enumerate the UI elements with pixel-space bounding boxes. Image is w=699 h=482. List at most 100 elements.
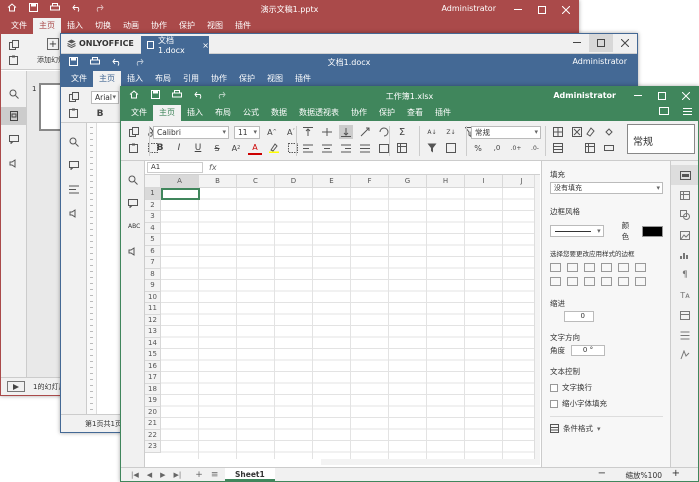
add-slide-icon[interactable]: + [47, 38, 59, 50]
align-bottom-icon[interactable] [339, 125, 353, 139]
border-left-button[interactable] [550, 277, 561, 286]
copy-icon[interactable] [9, 40, 19, 50]
thousands-icon[interactable]: ,0 [490, 141, 504, 155]
align-left-icon[interactable] [301, 141, 315, 155]
copy-icon[interactable] [127, 125, 141, 139]
column-header[interactable]: F [351, 175, 389, 188]
fill-select[interactable]: 没有填充 [550, 182, 663, 194]
spellcheck-icon[interactable]: ABC [128, 223, 140, 230]
minimize-icon[interactable] [565, 34, 589, 52]
select-all-corner[interactable] [145, 175, 161, 188]
tab-file[interactable]: 文件 [125, 105, 153, 121]
tab-layout[interactable]: 布局 [209, 105, 237, 121]
number-format-select[interactable]: 常规 [471, 125, 541, 139]
align-justify-icon[interactable] [358, 141, 372, 155]
clear-icon[interactable] [583, 125, 597, 139]
row-header[interactable]: 9 [145, 280, 161, 292]
column-header[interactable]: E [313, 175, 351, 188]
tab-layout[interactable]: 布局 [149, 71, 177, 87]
zoom-in-icon[interactable]: + [672, 468, 680, 479]
tab-references[interactable]: 引用 [177, 71, 205, 87]
first-sheet-icon[interactable]: |◀ [131, 471, 139, 479]
table-settings-icon[interactable] [671, 185, 698, 205]
maximize-icon[interactable] [589, 34, 613, 52]
tab-insert[interactable]: 插入 [61, 18, 89, 34]
tab-plugins[interactable]: 插件 [289, 71, 317, 87]
zoom-level[interactable]: 缩放%100 [626, 470, 662, 481]
column-header[interactable]: G [389, 175, 427, 188]
border-bottom-button[interactable] [635, 277, 646, 286]
column-header[interactable]: B [199, 175, 237, 188]
tab-protection[interactable]: 保护 [173, 18, 201, 34]
border-diag-up-button[interactable] [618, 263, 629, 272]
slicer-settings-icon[interactable] [671, 325, 698, 345]
row-header[interactable]: 5 [145, 234, 161, 246]
angle-spinner[interactable]: 0 ° [571, 345, 605, 356]
shrink-fit-checkbox-box[interactable] [550, 399, 558, 408]
zoom-out-icon[interactable]: − [598, 468, 606, 479]
paste-icon[interactable] [69, 108, 79, 118]
column-header[interactable]: I [465, 175, 503, 188]
wrap-text-checkbox-box[interactable] [550, 383, 558, 392]
border-color-swatch[interactable] [641, 225, 663, 237]
align-right-icon[interactable] [339, 141, 353, 155]
close-tab-icon[interactable]: × [202, 41, 209, 50]
border-line-select[interactable] [550, 225, 604, 237]
paragraph-settings-icon[interactable]: ¶ [671, 265, 698, 285]
row-header[interactable]: 7 [145, 257, 161, 269]
formula-input[interactable] [221, 162, 538, 173]
feedback-icon[interactable] [9, 159, 19, 168]
column-header[interactable]: J [503, 175, 534, 188]
font-name-select[interactable]: Calibri [153, 125, 229, 139]
strikethrough-button[interactable]: S [210, 141, 224, 155]
tab-collaboration[interactable]: 协作 [205, 71, 233, 87]
close-icon[interactable] [674, 87, 698, 105]
border-outer-button[interactable] [567, 263, 578, 272]
tab-insert[interactable]: 插入 [181, 105, 209, 121]
row-header[interactable]: 21 [145, 418, 161, 430]
tab-file[interactable]: 文件 [65, 71, 93, 87]
cell-style-preview[interactable]: 常规 [627, 124, 695, 154]
table-icon[interactable] [395, 141, 409, 155]
tab-plugins[interactable]: 插件 [229, 18, 257, 34]
cell-grid[interactable] [161, 188, 534, 459]
row-header[interactable]: 18 [145, 383, 161, 395]
font-size-select[interactable]: 11 [234, 125, 260, 139]
add-sheet-icon[interactable]: + [195, 470, 203, 480]
fill-color-icon[interactable] [602, 125, 616, 139]
text-orientation-icon[interactable] [358, 125, 372, 139]
row-header[interactable]: 2 [145, 199, 161, 211]
tab-formula[interactable]: 公式 [237, 105, 265, 121]
conditional-format-icon[interactable] [551, 141, 565, 155]
row-header[interactable]: 13 [145, 326, 161, 338]
column-header[interactable]: D [275, 175, 313, 188]
maximize-icon[interactable] [650, 87, 674, 105]
tab-collaboration[interactable]: 协作 [145, 18, 173, 34]
shrink-fit-checkbox[interactable]: 缩小字体填充 [550, 398, 663, 409]
prev-sheet-icon[interactable]: ◀ [147, 471, 152, 479]
named-ranges-icon[interactable] [602, 141, 616, 155]
chart-settings-icon[interactable] [671, 245, 698, 265]
text-art-settings-icon[interactable]: Tᴀ [671, 285, 698, 305]
align-center-icon[interactable] [320, 141, 334, 155]
row-header[interactable]: 16 [145, 360, 161, 372]
conditional-format-button[interactable]: 条件格式 ▾ [550, 423, 663, 434]
pivot-settings-icon[interactable] [671, 305, 698, 325]
paste-icon[interactable] [9, 55, 19, 65]
row-header[interactable]: 14 [145, 337, 161, 349]
border-horizontal-button[interactable] [601, 263, 612, 272]
insert-cells-icon[interactable] [551, 125, 565, 139]
minimize-icon[interactable] [626, 87, 650, 105]
horizontal-scrollbar[interactable] [321, 459, 540, 465]
row-header[interactable]: 4 [145, 222, 161, 234]
navigation-icon[interactable] [69, 185, 79, 194]
doc-font-name[interactable]: Arial [91, 91, 119, 104]
font-color-button[interactable]: A [248, 141, 262, 155]
subscript-button[interactable]: A2 [229, 141, 243, 155]
maximize-icon[interactable] [530, 1, 554, 18]
row-header[interactable]: 12 [145, 314, 161, 326]
column-header[interactable]: A [161, 175, 199, 188]
tab-collaboration[interactable]: 协作 [345, 105, 373, 121]
increase-font-button[interactable]: A ^ [265, 125, 279, 139]
tab-data[interactable]: 数据 [265, 105, 293, 121]
